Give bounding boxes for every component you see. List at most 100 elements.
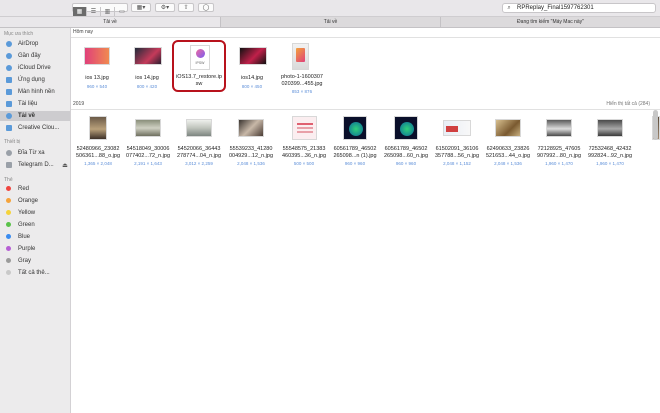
sidebar-tag-purple[interactable]: Purple (0, 244, 70, 254)
document-icon (6, 101, 12, 107)
sidebar-item-applications[interactable]: Ứng dụng (0, 75, 70, 85)
share-button[interactable]: ⇧ (178, 3, 194, 12)
file-thumbnail[interactable] (343, 116, 367, 140)
file-name[interactable]: 52480966_23082 506361...88_o.jpg (71, 146, 125, 160)
file-name[interactable]: 54518049_30006 077402...72_n.jpg (121, 146, 175, 160)
file-name-line: 55539233_41280 (229, 146, 273, 152)
sidebar-tag-red[interactable]: Red (0, 184, 70, 194)
clock-icon (6, 53, 12, 59)
file-name[interactable]: ios 14.jpg (124, 75, 170, 82)
favorites-heading: Mục ưa thích (4, 31, 34, 37)
sidebar-item-icloud[interactable]: iCloud Drive (0, 63, 70, 73)
file-thumbnail[interactable] (292, 43, 309, 70)
applications-icon (6, 77, 12, 83)
file-name-line: 72128925_47605 (537, 146, 581, 152)
action-button[interactable]: ⚙▾ (155, 3, 175, 12)
group-button[interactable]: ▦▾ (131, 3, 151, 12)
search-field[interactable]: ⌕ RPReplay_Final1597762301 (502, 3, 656, 13)
sidebar-item-label: Gray (18, 258, 32, 264)
file-size: 960 × 960 (395, 161, 417, 166)
file-name[interactable]: 55548575_21383 460395...36_n.jpg (277, 146, 331, 160)
sidebar-item-downloads[interactable]: Tải về (0, 111, 70, 121)
music-note-icon (196, 49, 205, 58)
file-name[interactable]: ios 13.jpg (74, 75, 120, 82)
tab-search-this-mac[interactable]: Đang tìm kiếm "Máy Mac này" (441, 17, 660, 27)
file-name-line: 55548575_21383 (282, 146, 326, 152)
show-all-link[interactable]: Hiển thị tất cả (284) (606, 101, 650, 107)
sidebar-tag-yellow[interactable]: Yellow (0, 208, 70, 218)
file-thumbnail[interactable] (443, 120, 471, 136)
ipsw-file-icon[interactable]: IPSW (190, 45, 210, 70)
file-name[interactable]: 72128925_47605 907992...80_n.jpg (532, 146, 586, 160)
file-size: 853 × 876 (291, 89, 313, 94)
globe-logo (400, 122, 414, 136)
sidebar-item-remote-disc[interactable]: Đĩa Từ xa (0, 148, 70, 158)
file-name[interactable]: 61502091_36106 357788...56_n.jpg (430, 146, 484, 160)
file-size: 960 × 960 (344, 161, 366, 166)
file-name-line: 52480966_23082 (76, 146, 120, 152)
sidebar-tag-blue[interactable]: Blue (0, 232, 70, 242)
sidebar-item-recents[interactable]: Gần đây (0, 51, 70, 61)
gallery-view-button[interactable]: ▭ (115, 7, 129, 16)
column-view-button[interactable]: ▥ (101, 7, 115, 16)
icon-view-button[interactable]: ▦ (73, 7, 87, 16)
file-thumbnail[interactable] (134, 47, 162, 65)
sidebar-tag-all[interactable]: Tất cả thẻ... (0, 268, 70, 278)
file-thumbnail[interactable] (89, 116, 107, 140)
file-thumbnail[interactable] (135, 119, 161, 137)
file-name-line: 907992...80_n.jpg (536, 153, 582, 159)
sidebar-item-label: Orange (18, 198, 39, 204)
file-name[interactable]: 55539233_41280 004929...12_n.jpg (224, 146, 278, 160)
group-icon: ▦▾ (136, 4, 146, 11)
file-name[interactable]: 54520066_36443 278774...04_n.jpg (172, 146, 226, 160)
share-icon: ⇧ (183, 4, 189, 11)
tags-button[interactable]: ◯ (198, 3, 214, 12)
file-name[interactable]: 60561789_46502 265098...60_n.jpg (379, 146, 433, 160)
sidebar: Mục ưa thích AirDrop Gần đây iCloud Driv… (0, 28, 71, 413)
sidebar-tag-orange[interactable]: Orange (0, 196, 70, 206)
file-thumbnail[interactable] (546, 119, 572, 137)
file-thumbnail[interactable] (84, 47, 110, 65)
tag-dot-icon (6, 246, 11, 251)
file-size: 500 × 500 (293, 161, 315, 166)
file-thumbnail[interactable] (239, 47, 267, 65)
columns-icon: ▥ (104, 8, 111, 15)
file-name[interactable]: iOS13.7_restore.ip sw (172, 74, 226, 88)
sidebar-item-label: Yellow (18, 210, 36, 216)
file-thumbnail[interactable] (238, 119, 264, 137)
file-thumbnail[interactable] (292, 116, 317, 140)
file-thumbnail[interactable] (495, 119, 521, 137)
sidebar-tag-gray[interactable]: Gray (0, 256, 70, 266)
sidebar-item-telegram[interactable]: Telegram D... ⏏ (0, 160, 70, 170)
file-name[interactable]: 62490633_23826 521653...44_o.jpg (481, 146, 535, 160)
file-thumbnail[interactable] (186, 119, 212, 137)
scrollbar[interactable] (653, 110, 658, 140)
file-name-line: 265098...60_n.jpg (383, 153, 429, 159)
file-name-line: 020399...455.jpg (281, 81, 323, 87)
search-input[interactable]: RPReplay_Final1597762301 (517, 5, 594, 11)
eject-icon[interactable]: ⏏ (62, 161, 68, 171)
sidebar-item-documents[interactable]: Tài liệu (0, 99, 70, 109)
sidebar-tag-green[interactable]: Green (0, 220, 70, 230)
tab-downloads-2[interactable]: Tải về (221, 17, 441, 27)
file-name[interactable]: photo-1-1600307 020399...455.jpg (274, 74, 330, 88)
file-name[interactable]: ios14.jpg (229, 75, 275, 82)
cloud-icon (6, 65, 12, 71)
file-thumbnail[interactable] (597, 119, 623, 137)
file-name[interactable]: 60561789_46502 265098...n (1).jpg (328, 146, 382, 160)
file-thumbnail[interactable] (394, 116, 418, 140)
sidebar-item-desktop[interactable]: Màn hình nền (0, 87, 70, 97)
drive-icon (6, 162, 12, 168)
file-name-line: 521653...44_o.jpg (485, 153, 531, 159)
all-tags-icon (6, 270, 11, 275)
list-view-button[interactable]: ☰ (87, 7, 101, 16)
tag-dot-icon (6, 258, 11, 263)
file-name[interactable]: 72532468_42432 992824...92_n.jpg (583, 146, 637, 160)
sidebar-item-label: Blue (18, 234, 31, 240)
file-name-line: 61502091_36106 (435, 146, 479, 152)
sidebar-item-label: iCloud Drive (18, 65, 51, 71)
file-name-line: ios 14.jpg (135, 75, 159, 81)
sidebar-item-creative-cloud[interactable]: Creative Clou... (0, 123, 70, 133)
sidebar-item-airdrop[interactable]: AirDrop (0, 39, 70, 49)
tab-downloads[interactable]: Tải về (0, 17, 221, 27)
